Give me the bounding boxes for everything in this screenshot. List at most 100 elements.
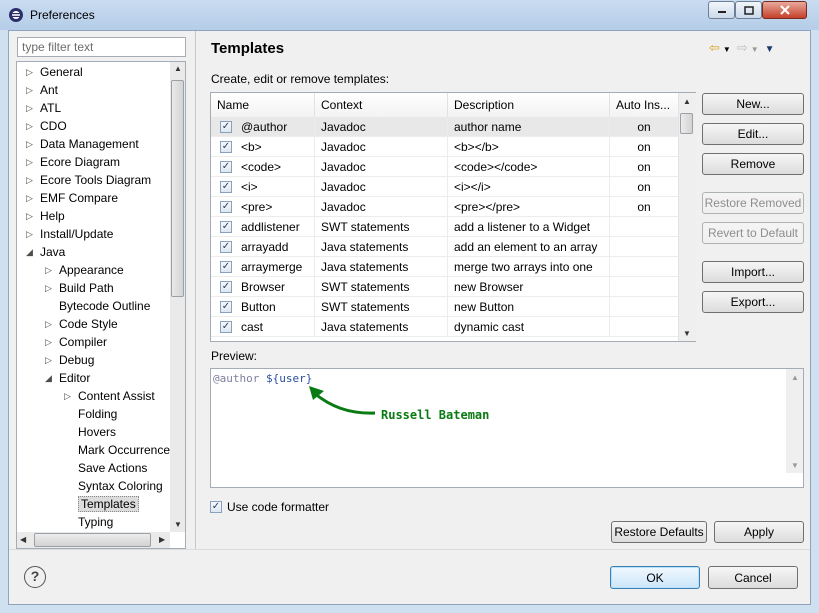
forward-arrow-icon[interactable]: ⇨ bbox=[737, 40, 748, 55]
use-code-formatter-label: Use code formatter bbox=[227, 500, 330, 514]
apply-button[interactable]: Apply bbox=[714, 521, 804, 543]
table-cell-auto: on bbox=[610, 197, 679, 217]
tree-expand-icon[interactable]: ▷ bbox=[26, 193, 33, 204]
table-row[interactable]: ✓ cast Java statements dynamic cast bbox=[211, 317, 679, 337]
column-header-name[interactable]: Name bbox=[211, 93, 315, 117]
panel-divider[interactable] bbox=[195, 31, 196, 549]
tree-item[interactable]: Data Management bbox=[40, 135, 139, 153]
table-row[interactable]: ✓ <pre> Javadoc <pre></pre> on bbox=[211, 197, 679, 217]
tree-expand-icon[interactable]: ▷ bbox=[26, 229, 33, 240]
tree-expand-icon[interactable]: ▷ bbox=[26, 157, 33, 168]
table-row[interactable]: ✓ @author Javadoc author name on bbox=[211, 117, 679, 137]
close-button[interactable] bbox=[762, 1, 807, 19]
tree-item[interactable]: Code Style bbox=[59, 315, 118, 333]
tree-item[interactable]: Install/Update bbox=[40, 225, 113, 243]
ok-button[interactable]: OK bbox=[610, 566, 700, 589]
column-header-auto-insert[interactable]: Auto Ins... bbox=[610, 93, 679, 117]
tree-item[interactable]: Debug bbox=[59, 351, 94, 369]
back-arrow-icon[interactable]: ⇦ bbox=[709, 40, 720, 55]
restore-defaults-button[interactable]: Restore Defaults bbox=[611, 521, 707, 543]
tree-collapse-icon[interactable]: ◢ bbox=[26, 247, 33, 258]
column-header-context[interactable]: Context bbox=[315, 93, 448, 117]
tree-item[interactable]: Help bbox=[40, 207, 65, 225]
tree-item[interactable]: ATL bbox=[40, 99, 61, 117]
table-scroll-up-icon[interactable]: ▲ bbox=[683, 97, 691, 106]
tree-item[interactable]: Templates bbox=[78, 495, 139, 513]
tree-item[interactable]: Content Assist bbox=[78, 387, 155, 405]
tree-item[interactable]: Editor bbox=[59, 369, 90, 387]
tree-expand-icon[interactable]: ▷ bbox=[26, 121, 33, 132]
tree-item[interactable]: Build Path bbox=[59, 279, 114, 297]
tree-item[interactable]: Folding bbox=[78, 405, 117, 423]
table-row[interactable]: ✓ Button SWT statements new Button bbox=[211, 297, 679, 317]
tree-item[interactable]: General bbox=[40, 63, 83, 81]
scroll-up-icon[interactable]: ▲ bbox=[174, 64, 182, 73]
restore-removed-button[interactable]: Restore Removed bbox=[702, 192, 804, 214]
use-code-formatter-checkbox[interactable]: ✓ bbox=[210, 501, 222, 513]
column-header-description[interactable]: Description bbox=[448, 93, 610, 117]
export-button[interactable]: Export... bbox=[702, 291, 804, 313]
preview-scroll-down-icon[interactable]: ▼ bbox=[791, 461, 799, 470]
table-scroll-down-icon[interactable]: ▼ bbox=[683, 329, 691, 338]
tree-item[interactable]: Java bbox=[40, 243, 65, 261]
revert-to-default-button[interactable]: Revert to Default bbox=[702, 222, 804, 244]
import-button[interactable]: Import... bbox=[702, 261, 804, 283]
table-cell-description: author name bbox=[448, 117, 610, 137]
scroll-right-icon[interactable]: ▶ bbox=[159, 535, 165, 544]
tree-item[interactable]: EMF Compare bbox=[40, 189, 118, 207]
tree-item[interactable]: Compiler bbox=[59, 333, 107, 351]
tree-hscroll-thumb[interactable] bbox=[34, 533, 151, 547]
table-row[interactable]: ✓ <i> Javadoc <i></i> on bbox=[211, 177, 679, 197]
table-row[interactable]: ✓ Browser SWT statements new Browser bbox=[211, 277, 679, 297]
table-row[interactable]: ✓ <code> Javadoc <code></code> on bbox=[211, 157, 679, 177]
scroll-left-icon[interactable]: ◀ bbox=[20, 535, 26, 544]
tree-item-label: Content Assist bbox=[78, 389, 155, 403]
tree-expand-icon[interactable]: ▷ bbox=[45, 337, 52, 348]
remove-button[interactable]: Remove bbox=[702, 153, 804, 175]
scroll-down-icon[interactable]: ▼ bbox=[174, 520, 182, 529]
view-menu-icon[interactable]: ▼ bbox=[765, 44, 775, 55]
tree-item[interactable]: Ecore Tools Diagram bbox=[40, 171, 151, 189]
tree-expand-icon[interactable]: ▷ bbox=[26, 211, 33, 222]
tree-item[interactable]: Bytecode Outline bbox=[59, 297, 150, 315]
tree-expand-icon[interactable]: ▷ bbox=[26, 175, 33, 186]
table-row[interactable]: ✓ arrayadd Java statements add an element t… bbox=[211, 237, 679, 257]
new-button[interactable]: New... bbox=[702, 93, 804, 115]
tree-item[interactable]: Save Actions bbox=[78, 459, 147, 477]
table-row[interactable]: ✓ arraymerge Java statements merge two arra… bbox=[211, 257, 679, 277]
table-cell-auto bbox=[610, 257, 679, 277]
tree-expand-icon[interactable]: ▷ bbox=[26, 85, 33, 96]
tree-item[interactable]: Mark Occurrences bbox=[78, 441, 176, 459]
tree-expand-icon[interactable]: ▷ bbox=[45, 319, 52, 330]
tree-expand-icon[interactable]: ▷ bbox=[26, 103, 33, 114]
back-menu-icon[interactable]: ▼ bbox=[723, 45, 731, 54]
table-row[interactable]: ✓ addlistener SWT statements add a listener… bbox=[211, 217, 679, 237]
tree-item[interactable]: CDO bbox=[40, 117, 67, 135]
tree-item[interactable]: Syntax Coloring bbox=[78, 477, 163, 495]
tree-item[interactable]: Ecore Diagram bbox=[40, 153, 120, 171]
preview-scrollbar[interactable] bbox=[786, 369, 803, 473]
minimize-button[interactable] bbox=[708, 1, 735, 19]
table-row[interactable]: ✓ <b> Javadoc <b></b> on bbox=[211, 137, 679, 157]
filter-input[interactable] bbox=[17, 37, 186, 57]
tree-expand-icon[interactable]: ▷ bbox=[26, 67, 33, 78]
tree-expand-icon[interactable]: ▷ bbox=[45, 265, 52, 276]
tree-scroll-thumb[interactable] bbox=[171, 80, 184, 297]
table-scroll-thumb[interactable] bbox=[680, 113, 693, 134]
tree-expand-icon[interactable]: ▷ bbox=[45, 355, 52, 366]
maximize-button[interactable] bbox=[735, 1, 762, 19]
preview-code: @author ${user} bbox=[213, 372, 312, 385]
tree-item[interactable]: Typing bbox=[78, 513, 113, 531]
preview-scroll-up-icon[interactable]: ▲ bbox=[791, 373, 799, 382]
edit-button[interactable]: Edit... bbox=[702, 123, 804, 145]
cancel-button[interactable]: Cancel bbox=[708, 566, 798, 589]
forward-menu-icon[interactable]: ▼ bbox=[751, 45, 759, 54]
tree-item[interactable]: Hovers bbox=[78, 423, 116, 441]
help-icon[interactable]: ? bbox=[24, 566, 46, 588]
tree-expand-icon[interactable]: ▷ bbox=[64, 391, 71, 402]
tree-item[interactable]: Ant bbox=[40, 81, 58, 99]
tree-collapse-icon[interactable]: ◢ bbox=[45, 373, 52, 384]
tree-expand-icon[interactable]: ▷ bbox=[45, 283, 52, 294]
tree-expand-icon[interactable]: ▷ bbox=[26, 139, 33, 150]
tree-item[interactable]: Appearance bbox=[59, 261, 124, 279]
